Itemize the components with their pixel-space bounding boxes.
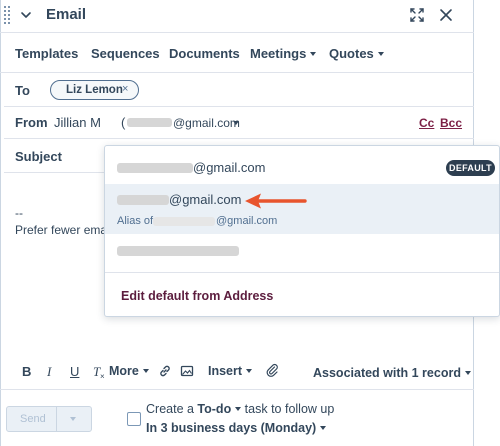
recipient-name: Liz Lemon <box>66 84 123 96</box>
tab-quotes[interactable]: Quotes <box>329 46 384 61</box>
alias-of-label: Alias of <box>117 215 154 227</box>
from-label: From <box>15 115 48 130</box>
image-icon[interactable] <box>180 364 194 378</box>
caret-down-icon <box>246 368 253 373</box>
caret-down-icon <box>377 51 384 56</box>
send-button[interactable]: Send <box>20 413 46 425</box>
from-email-domain: @gmail.com <box>173 116 240 130</box>
tab-label: Sequences <box>91 46 160 61</box>
tab-meetings[interactable]: Meetings <box>250 46 317 61</box>
caret-down-icon <box>235 406 242 411</box>
close-icon[interactable] <box>438 7 454 23</box>
remove-recipient-icon[interactable]: × <box>122 83 128 95</box>
send-button-group[interactable]: Send <box>6 406 92 432</box>
redacted-email <box>153 217 215 226</box>
task-type-select[interactable]: To-do <box>197 402 242 416</box>
to-label: To <box>15 83 30 98</box>
option-email-domain: @gmail.com <box>193 160 266 175</box>
tab-label: Meetings <box>250 46 307 61</box>
caret-down-icon <box>142 368 149 373</box>
header-divider <box>0 32 474 33</box>
signature-separator: -- <box>15 206 23 220</box>
send-separator <box>56 407 57 431</box>
chevron-down-icon[interactable] <box>20 9 32 21</box>
paperclip-icon[interactable] <box>265 363 280 378</box>
tab-documents[interactable]: Documents <box>169 46 240 61</box>
edit-default-from-link[interactable]: Edit default from Address <box>121 289 273 303</box>
from-option-default[interactable]: @gmail.com DEFAULT <box>105 146 499 186</box>
from-open-paren: ( <box>121 115 126 130</box>
panel-title: Email <box>46 6 87 23</box>
redacted-email <box>117 195 169 205</box>
from-divider <box>4 138 474 139</box>
panel-left-border <box>0 0 1 446</box>
insert-menu-button[interactable]: Insert <box>208 364 253 378</box>
send-options-icon[interactable] <box>70 417 76 421</box>
todo-suffix: task to follow up <box>241 402 335 416</box>
more-menu-button[interactable]: More <box>109 364 149 378</box>
recipient-chip[interactable]: Liz Lemon × <box>50 80 139 100</box>
italic-button[interactable]: I <box>47 364 51 380</box>
more-label: More <box>109 364 139 378</box>
from-option-redacted[interactable] <box>105 234 499 270</box>
caret-down-icon <box>233 121 239 125</box>
link-icon[interactable] <box>158 364 172 378</box>
bold-button[interactable]: B <box>22 364 31 379</box>
caret-down-icon <box>464 370 471 375</box>
tab-sequences[interactable]: Sequences <box>91 46 160 61</box>
caret-down-icon <box>320 425 327 430</box>
alias-email-domain: @gmail.com <box>216 215 278 227</box>
tab-templates[interactable]: Templates <box>15 46 78 61</box>
task-type-label: To-do <box>197 402 232 416</box>
task-due-label: In 3 business days (Monday) <box>146 421 317 435</box>
clear-x-glyph: × <box>100 372 105 381</box>
subject-label: Subject <box>15 149 62 164</box>
tab-label: Documents <box>169 46 240 61</box>
todo-prefix: Create a <box>146 402 198 416</box>
to-divider <box>4 106 474 107</box>
task-due-select[interactable]: In 3 business days (Monday) <box>146 421 327 435</box>
subject-divider <box>4 172 104 173</box>
composer-tabs: Templates Sequences Documents Meetings Q… <box>0 42 474 66</box>
from-name: Jillian M <box>54 115 101 130</box>
pointer-arrow-icon <box>245 193 307 209</box>
tabs-divider <box>0 72 474 73</box>
tab-label: Quotes <box>329 46 374 61</box>
redacted-email <box>117 163 193 173</box>
drag-handle-icon[interactable] <box>4 6 12 24</box>
dropdown-divider <box>105 272 499 273</box>
cc-link[interactable]: Cc <box>419 116 434 130</box>
toolbar-divider <box>0 389 474 390</box>
caret-down-icon <box>310 51 317 56</box>
associated-label: Associated with 1 record <box>313 366 461 380</box>
expand-icon[interactable] <box>409 7 425 23</box>
create-task-checkbox[interactable] <box>127 412 141 426</box>
default-badge: DEFAULT <box>446 160 495 176</box>
underline-button[interactable]: U <box>70 364 79 379</box>
insert-label: Insert <box>208 364 243 378</box>
redacted-email <box>127 118 172 127</box>
tab-label: Templates <box>15 46 79 61</box>
create-task-label: Create a To-do task to follow up <box>146 402 334 416</box>
email-panel-header: Email <box>0 0 474 32</box>
redacted-email <box>117 246 239 256</box>
signature-line: Prefer fewer email <box>15 223 113 237</box>
bcc-link[interactable]: Bcc <box>440 116 462 130</box>
from-address-dropdown: @gmail.com DEFAULT @gmail.com Alias of @… <box>104 145 500 317</box>
associated-records-button[interactable]: Associated with 1 record <box>313 366 471 380</box>
option-email-domain: @gmail.com <box>169 192 242 207</box>
